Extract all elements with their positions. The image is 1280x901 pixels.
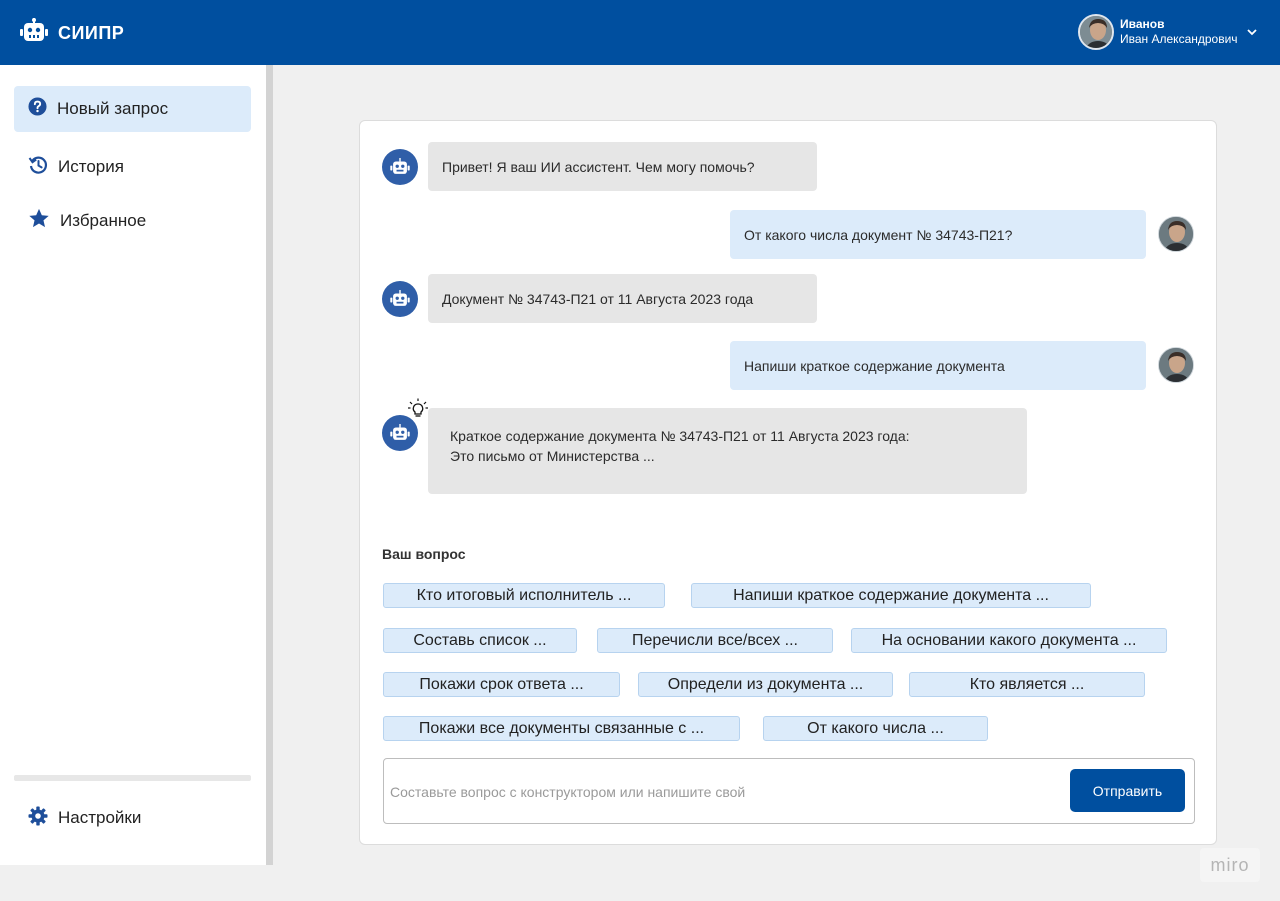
- user-avatar: [1158, 347, 1194, 383]
- sidebar-scrollbar[interactable]: [266, 65, 273, 865]
- miro-watermark: miro: [1200, 848, 1260, 882]
- sidebar-item-history[interactable]: История: [14, 144, 251, 190]
- suggestion-chip[interactable]: Составь список ...: [383, 628, 577, 653]
- bot-message: Документ № 34743-П21 от 11 Августа 2023 …: [428, 274, 817, 323]
- suggestion-chip[interactable]: Определи из документа ...: [638, 672, 893, 697]
- bot-message-line: Краткое содержание документа № 34743-П21…: [450, 428, 910, 444]
- suggestion-chip[interactable]: Покажи срок ответа ...: [383, 672, 620, 697]
- user-avatar: [1158, 216, 1194, 252]
- star-icon: [28, 208, 50, 234]
- sidebar-item-settings[interactable]: Настройки: [14, 795, 251, 841]
- suggestion-chip[interactable]: Напиши краткое содержание документа ...: [691, 583, 1091, 608]
- question-input-box: Отправить: [383, 758, 1195, 824]
- user-message: Напиши краткое содержание документа: [730, 341, 1146, 390]
- suggestion-chip[interactable]: На основании какого документа ...: [851, 628, 1167, 653]
- chevron-down-icon[interactable]: [1246, 26, 1258, 38]
- sidebar-divider: [14, 775, 251, 781]
- user-message: От какого числа документ № 34743-П21?: [730, 210, 1146, 259]
- robot-logo-icon: [20, 18, 48, 49]
- sidebar-item-label: Новый запрос: [57, 99, 169, 118]
- suggestion-chip[interactable]: Перечисли все/всех ...: [597, 628, 833, 653]
- brand[interactable]: СИИПР: [20, 18, 124, 49]
- avatar: [1078, 14, 1114, 50]
- sidebar-item-label: Настройки: [58, 808, 142, 827]
- bot-message: Краткое содержание документа № 34743-П21…: [428, 408, 1027, 494]
- top-bar: СИИПР Иванов Иван Александрович: [0, 0, 1280, 65]
- question-circle-icon: [28, 97, 47, 121]
- suggestion-chip[interactable]: Кто является ...: [909, 672, 1145, 697]
- sidebar-item-new-request[interactable]: Новый запрос: [14, 86, 251, 132]
- sidebar-item-label: Избранное: [60, 211, 147, 230]
- bot-message: Привет! Я ваш ИИ ассистент. Чем могу пом…: [428, 142, 817, 191]
- bot-avatar: [382, 415, 418, 451]
- bot-avatar: [382, 281, 418, 317]
- user-fullname: Иван Александрович: [1120, 32, 1238, 46]
- robot-icon: [390, 158, 410, 174]
- send-button[interactable]: Отправить: [1070, 769, 1185, 812]
- gear-icon: [28, 806, 48, 831]
- sidebar-item-favorites[interactable]: Избранное: [14, 198, 251, 244]
- suggestion-chip[interactable]: Кто итоговый исполнитель ...: [383, 583, 665, 608]
- question-title: Ваш вопрос: [382, 546, 466, 562]
- bot-message-line: Это письмо от Министерства ...: [450, 448, 655, 464]
- suggestion-chip[interactable]: От какого числа ...: [763, 716, 988, 741]
- user-surname: Иванов: [1120, 17, 1165, 31]
- question-input[interactable]: [390, 779, 1050, 805]
- user-name-block: Иванов Иван Александрович: [1120, 17, 1238, 47]
- history-icon: [28, 155, 48, 180]
- robot-icon: [390, 424, 410, 440]
- user-menu[interactable]: Иванов Иван Александрович: [1078, 14, 1258, 50]
- suggestion-chip[interactable]: Покажи все документы связанные с ...: [383, 716, 740, 741]
- robot-icon: [390, 290, 410, 306]
- bot-avatar: [382, 149, 418, 185]
- sidebar-item-label: История: [58, 157, 124, 176]
- lightbulb-icon[interactable]: [407, 398, 429, 420]
- app-name: СИИПР: [58, 23, 125, 43]
